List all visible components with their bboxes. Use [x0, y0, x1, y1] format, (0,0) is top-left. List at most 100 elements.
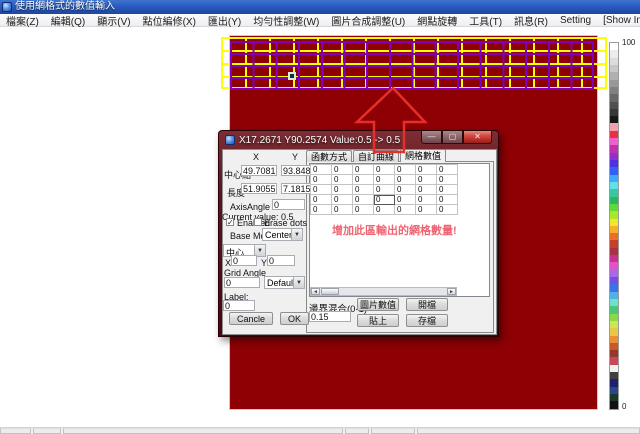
menu-item-12[interactable]: [Show Image]	[597, 15, 640, 26]
grid-cell[interactable]: 0	[353, 195, 374, 205]
grid-cell[interactable]: 0	[416, 205, 437, 215]
grid-angle-mode-dropdown[interactable]: Default ▼	[264, 276, 305, 289]
grid-cell[interactable]: 0	[416, 175, 437, 185]
save-file-button[interactable]: 存檔	[406, 314, 448, 327]
menu-item-10[interactable]: 訊息(R)	[508, 13, 554, 28]
grid-cell[interactable]: 0	[437, 185, 458, 195]
ok-button[interactable]: OK	[280, 312, 309, 325]
status-bar	[0, 427, 640, 434]
chevron-down-icon[interactable]: ▼	[291, 229, 302, 240]
label-input[interactable]	[223, 300, 255, 311]
colorbar-segment	[610, 321, 618, 328]
grid-cell[interactable]: 0	[353, 185, 374, 195]
grid-cell[interactable]: 0	[395, 185, 416, 195]
base-mode-value: Center	[263, 229, 291, 240]
grid-cell[interactable]: 0	[395, 175, 416, 185]
open-file-button[interactable]: 開檔	[406, 298, 448, 311]
center-x-input[interactable]	[241, 165, 277, 176]
grid-cell[interactable]: 0	[374, 165, 395, 175]
status-segment	[33, 428, 61, 434]
grid-cell[interactable]: 0	[332, 175, 353, 185]
menu-item-11[interactable]: Setting	[554, 15, 597, 26]
grid-cell[interactable]: 0	[374, 175, 395, 185]
grid-cell[interactable]: 0	[311, 195, 332, 205]
status-segment	[63, 428, 343, 434]
grid-cell[interactable]: 0	[332, 165, 353, 175]
grid-cell[interactable]: 0	[395, 205, 416, 215]
grid-cell[interactable]: 0	[437, 195, 458, 205]
grid-cell[interactable]: 0	[395, 165, 416, 175]
grid-cell[interactable]: 0	[374, 185, 395, 195]
grid-cell[interactable]: 0	[311, 175, 332, 185]
grid-cell[interactable]: 0	[353, 205, 374, 215]
colorbar-segment	[610, 145, 618, 152]
status-segment	[0, 428, 31, 434]
grid-angle-input[interactable]	[224, 277, 260, 288]
grid-cell[interactable]: 0	[353, 175, 374, 185]
horizontal-scrollbar[interactable]: ◄ ►	[310, 287, 457, 296]
colorbar-segment	[610, 299, 618, 306]
colorbar-segment	[610, 292, 618, 299]
colorbar[interactable]	[609, 42, 619, 410]
grid-cell[interactable]: 0	[332, 185, 353, 195]
colorbar-segment	[610, 233, 618, 240]
colorbar-segment	[610, 343, 618, 350]
grid-cell[interactable]: 0	[437, 175, 458, 185]
grid-cell[interactable]: 0	[353, 165, 374, 175]
grid-cell[interactable]: 0	[416, 185, 437, 195]
length-x-input[interactable]	[241, 183, 277, 194]
grid-cell[interactable]: 0	[374, 205, 395, 215]
image-values-button[interactable]: 圖片數值	[357, 298, 399, 311]
colorbar-segment	[610, 189, 618, 196]
selected-grid-point-marker[interactable]	[288, 72, 296, 80]
colorbar-segment	[610, 226, 618, 233]
offset-x-input[interactable]	[231, 255, 257, 266]
colorbar-segment	[610, 365, 618, 372]
menu-item-9[interactable]: 工具(T)	[463, 13, 508, 28]
offset-y-input[interactable]	[267, 255, 295, 266]
blend-input[interactable]	[309, 311, 351, 322]
grid-cell[interactable]: 0	[332, 205, 353, 215]
colorbar-segment	[610, 314, 618, 321]
menu-item-7[interactable]: 圖片合成調整(U)	[325, 13, 411, 28]
colorbar-segment	[610, 167, 618, 174]
menu-item-4[interactable]: 點位編修(X)	[137, 13, 202, 28]
scrollbar-track[interactable]	[339, 288, 447, 295]
grid-cell[interactable]: 0	[395, 195, 416, 205]
colorbar-segment	[610, 153, 618, 160]
maximize-button[interactable]: ▢	[442, 131, 463, 144]
tab-1[interactable]: 函數方式	[306, 150, 352, 162]
paste-button[interactable]: 貼上	[357, 314, 399, 327]
grid-cell[interactable]: 0	[437, 165, 458, 175]
cancel-button[interactable]: Cancle	[229, 312, 273, 325]
menu-item-5[interactable]: 匯出(Y)	[202, 13, 247, 28]
colorbar-segment	[610, 255, 618, 262]
grid-cell[interactable]: 0	[374, 195, 395, 205]
grid-cell[interactable]: 0	[416, 165, 437, 175]
scroll-right-icon[interactable]: ►	[447, 288, 456, 295]
grid-cell[interactable]: 0	[311, 185, 332, 195]
grid-cell[interactable]: 0	[311, 205, 332, 215]
menu-item-6[interactable]: 均勻性調整(W)	[247, 13, 325, 28]
menu-item-8[interactable]: 網點旋轉	[411, 13, 463, 28]
menu-item-2[interactable]: 編輯(Q)	[45, 13, 91, 28]
grid-cell[interactable]: 0	[332, 195, 353, 205]
enabled-checkbox[interactable]: ✓	[226, 218, 234, 226]
colorbar-segment	[610, 175, 618, 182]
colorbar-segment	[610, 131, 618, 138]
erase-dots-checkbox[interactable]	[254, 218, 262, 226]
chevron-down-icon[interactable]: ▼	[293, 277, 304, 288]
menu-item-3[interactable]: 顯示(V)	[91, 13, 136, 28]
colorbar-segment	[610, 87, 618, 94]
grid-cell[interactable]: 0	[416, 195, 437, 205]
scroll-left-icon[interactable]: ◄	[311, 288, 320, 295]
colorbar-segment	[610, 306, 618, 313]
menu-item-1[interactable]: 檔案(Z)	[0, 13, 45, 28]
axis-angle-input[interactable]	[272, 199, 305, 210]
scrollbar-thumb[interactable]	[321, 288, 339, 295]
grid-cell[interactable]: 0	[437, 205, 458, 215]
colorbar-segment	[610, 43, 618, 50]
close-button[interactable]: ✕	[463, 131, 492, 144]
grid-cell[interactable]: 0	[311, 165, 332, 175]
base-mode-dropdown[interactable]: Center ▼	[262, 228, 303, 241]
